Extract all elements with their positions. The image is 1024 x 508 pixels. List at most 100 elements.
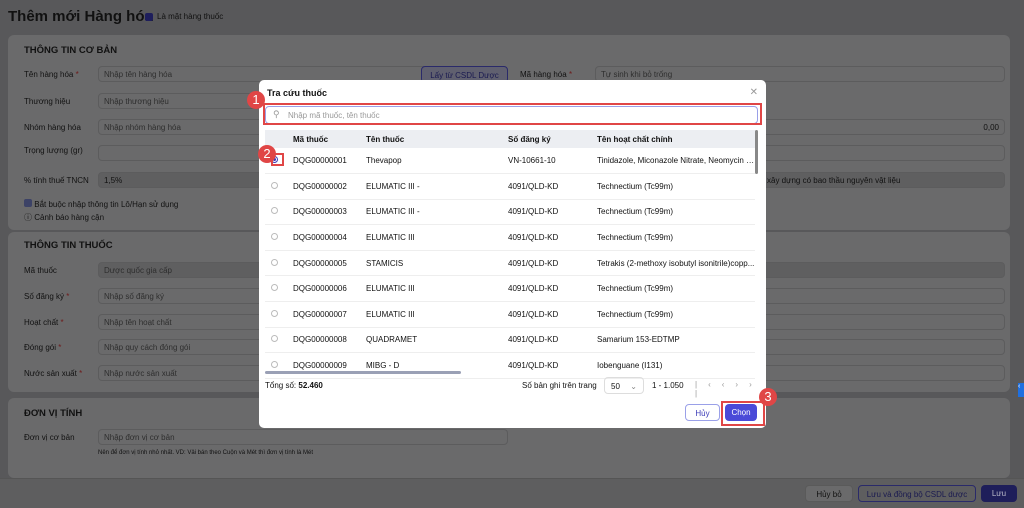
label: Nhóm hàng hóa [24, 123, 81, 132]
is-drug-checkbox[interactable]: Là mặt hàng thuốc [145, 12, 223, 21]
table-row[interactable]: DQG00000006 ELUMATIC III 4091/QLD-KD Tec… [265, 275, 755, 303]
row-radio[interactable] [271, 335, 278, 343]
label: Hoạt chất * [24, 318, 64, 327]
table-row[interactable]: DQG00000002 ELUMATIC III - 4091/QLD-KD T… [265, 173, 755, 200]
drug-code: DQG00000002 [287, 173, 360, 200]
section-heading: ĐƠN VỊ TÍNH [24, 408, 83, 419]
modal-cancel-button[interactable]: Hủy [685, 404, 720, 421]
reg-number: 4091/QLD-KD [502, 173, 591, 200]
drug-name: ELUMATIC III [360, 224, 502, 251]
table-row[interactable]: DQG00000009 MIBG - D 4091/QLD-KD Iobengu… [265, 352, 755, 379]
row-radio[interactable] [271, 181, 278, 189]
near-expiry-warning[interactable]: ⓘ Cảnh báo hàng cận [24, 212, 104, 223]
table-row[interactable]: DQG00000008 QUADRAMET 4091/QLD-KD Samari… [265, 327, 755, 354]
annotation-badge-3: 3 [759, 388, 777, 406]
reg-number: 4091/QLD-KD [502, 327, 591, 354]
row-radio[interactable] [271, 361, 278, 369]
drug-code: DQG00000004 [287, 224, 360, 251]
row-radio[interactable] [271, 233, 278, 241]
per-page-label: Số bản ghi trên trang [522, 381, 597, 390]
active-ingredient: Iobenguane (I131) [591, 352, 755, 379]
table-row[interactable]: DQG00000004 ELUMATIC III 4091/QLD-KD Tec… [265, 224, 755, 251]
active-ingredient: Samarium 153-EDTMP [591, 327, 755, 354]
hint: Nên để đơn vị tính nhỏ nhất. VD: Vải bán… [98, 450, 313, 456]
label: Nước sản xuất * [24, 369, 83, 378]
active-ingredient: Tinidazole, Miconazole Nitrate, Neomycin… [591, 148, 755, 175]
drug-code: DQG00000003 [287, 199, 360, 226]
label: Trọng lượng (gr) [24, 146, 83, 155]
table-row[interactable]: DQG00000005 STAMICIS 4091/QLD-KD Tetraki… [265, 250, 755, 277]
save-button[interactable]: Lưu [981, 485, 1017, 502]
row-radio[interactable] [271, 258, 278, 266]
drug-name: STAMICIS [360, 250, 502, 277]
table-row[interactable]: DQG00000003 ELUMATIC III - 4091/QLD-KD T… [265, 199, 755, 226]
drug-lookup-modal: Tra cứu thuốc ✕ ⚲ Nhập mã thuốc, tên thuố… [259, 80, 766, 428]
close-icon[interactable]: ✕ [750, 87, 758, 98]
active-ingredient: Technectium (Tc99m) [591, 275, 755, 303]
drug-name: QUADRAMET [360, 327, 502, 354]
reg-number: 4091/QLD-KD [502, 224, 591, 251]
reg-number: 4091/QLD-KD [502, 199, 591, 226]
per-page-select[interactable]: 50 ⌄ [604, 377, 644, 394]
drug-code: DQG00000005 [287, 250, 360, 277]
page-range: 1 - 1.050 [652, 381, 684, 390]
page-title: Thêm mới Hàng hóa [8, 8, 153, 25]
horizontal-scrollbar[interactable] [265, 371, 461, 374]
pagination-controls[interactable]: |‹‹›› | [695, 380, 766, 398]
table-row[interactable]: DQG00000007 ELUMATIC III 4091/QLD-KD Tec… [265, 301, 755, 328]
label: Tên hàng hóa * [24, 70, 79, 79]
vertical-scrollbar[interactable] [755, 130, 758, 174]
label: % tính thuế TNCN [24, 176, 89, 185]
active-ingredient: Technectium (Tc99m) [591, 301, 755, 328]
label: Đóng gói * [24, 343, 62, 352]
label: Đơn vị cơ bản [24, 433, 75, 442]
row-radio[interactable] [271, 309, 278, 317]
label: Mã hàng hóa * [520, 70, 573, 79]
col-header: Số đăng ký [502, 130, 591, 148]
row-radio[interactable] [271, 207, 278, 215]
modal-title: Tra cứu thuốc [267, 88, 328, 98]
annotation-box-3 [721, 401, 765, 426]
col-header: Mã thuốc [287, 130, 360, 148]
reg-number: VN-10661-10 [502, 148, 591, 175]
reg-number: 4091/QLD-KD [502, 275, 591, 303]
drug-name: Thevapop [360, 148, 502, 175]
section-heading: THÔNG TIN CƠ BẢN [24, 45, 118, 56]
label: Thương hiệu [24, 97, 71, 106]
drug-name: ELUMATIC III [360, 301, 502, 328]
total-count: Tổng số: 52.460 [265, 381, 323, 390]
active-ingredient: Technectium (Tc99m) [591, 199, 755, 226]
lot-checkbox[interactable]: Bắt buộc nhập thông tin Lô/Hạn sử dụng [24, 199, 178, 209]
col-header: Tên hoạt chất chính [591, 130, 755, 148]
cancel-button[interactable]: Hủy bỏ [805, 485, 853, 502]
label: Số đăng ký * [24, 292, 70, 301]
reg-number: 4091/QLD-KD [502, 301, 591, 328]
drug-code: DQG00000006 [287, 275, 360, 303]
table-row[interactable]: DQG00000001 Thevapop VN-10661-10 Tinidaz… [265, 148, 755, 175]
base-unit-select[interactable]: Nhập đơn vị cơ bản [98, 429, 508, 445]
label: Mã thuốc [24, 266, 57, 275]
reg-number: 4091/QLD-KD [502, 352, 591, 379]
active-ingredient: Technectium (Tc99m) [591, 224, 755, 251]
drug-name: ELUMATIC III - [360, 173, 502, 200]
drug-code: DQG00000001 [287, 148, 360, 175]
annotation-box-1 [263, 103, 762, 125]
drug-code: DQG00000009 [287, 352, 360, 379]
annotation-badge-2: 2 [258, 145, 276, 163]
is-drug-label: Là mặt hàng thuốc [157, 12, 224, 21]
drug-code: DQG00000008 [287, 327, 360, 354]
annotation-badge-1: 1 [247, 91, 265, 109]
reg-number: 4091/QLD-KD [502, 250, 591, 277]
drug-code: DQG00000007 [287, 301, 360, 328]
drug-name: ELUMATIC III - [360, 199, 502, 226]
active-ingredient: Technectium (Tc99m) [591, 173, 755, 200]
row-radio[interactable] [271, 284, 278, 292]
drug-name: ELUMATIC III [360, 275, 502, 303]
side-toggle-button[interactable]: ‹ [1018, 383, 1024, 397]
col-header: Tên thuốc [360, 130, 502, 148]
drug-table: Mã thuốc Tên thuốc Số đăng ký Tên hoạt c… [265, 130, 755, 379]
active-ingredient: Tetrakis (2-methoxy isobutyl isonitrile)… [591, 250, 755, 277]
section-heading: THÔNG TIN THUỐC [24, 240, 113, 251]
footer: Hủy bỏ Lưu và đồng bộ CSDL dược Lưu [0, 478, 1024, 508]
save-sync-button[interactable]: Lưu và đồng bộ CSDL dược [858, 485, 976, 502]
